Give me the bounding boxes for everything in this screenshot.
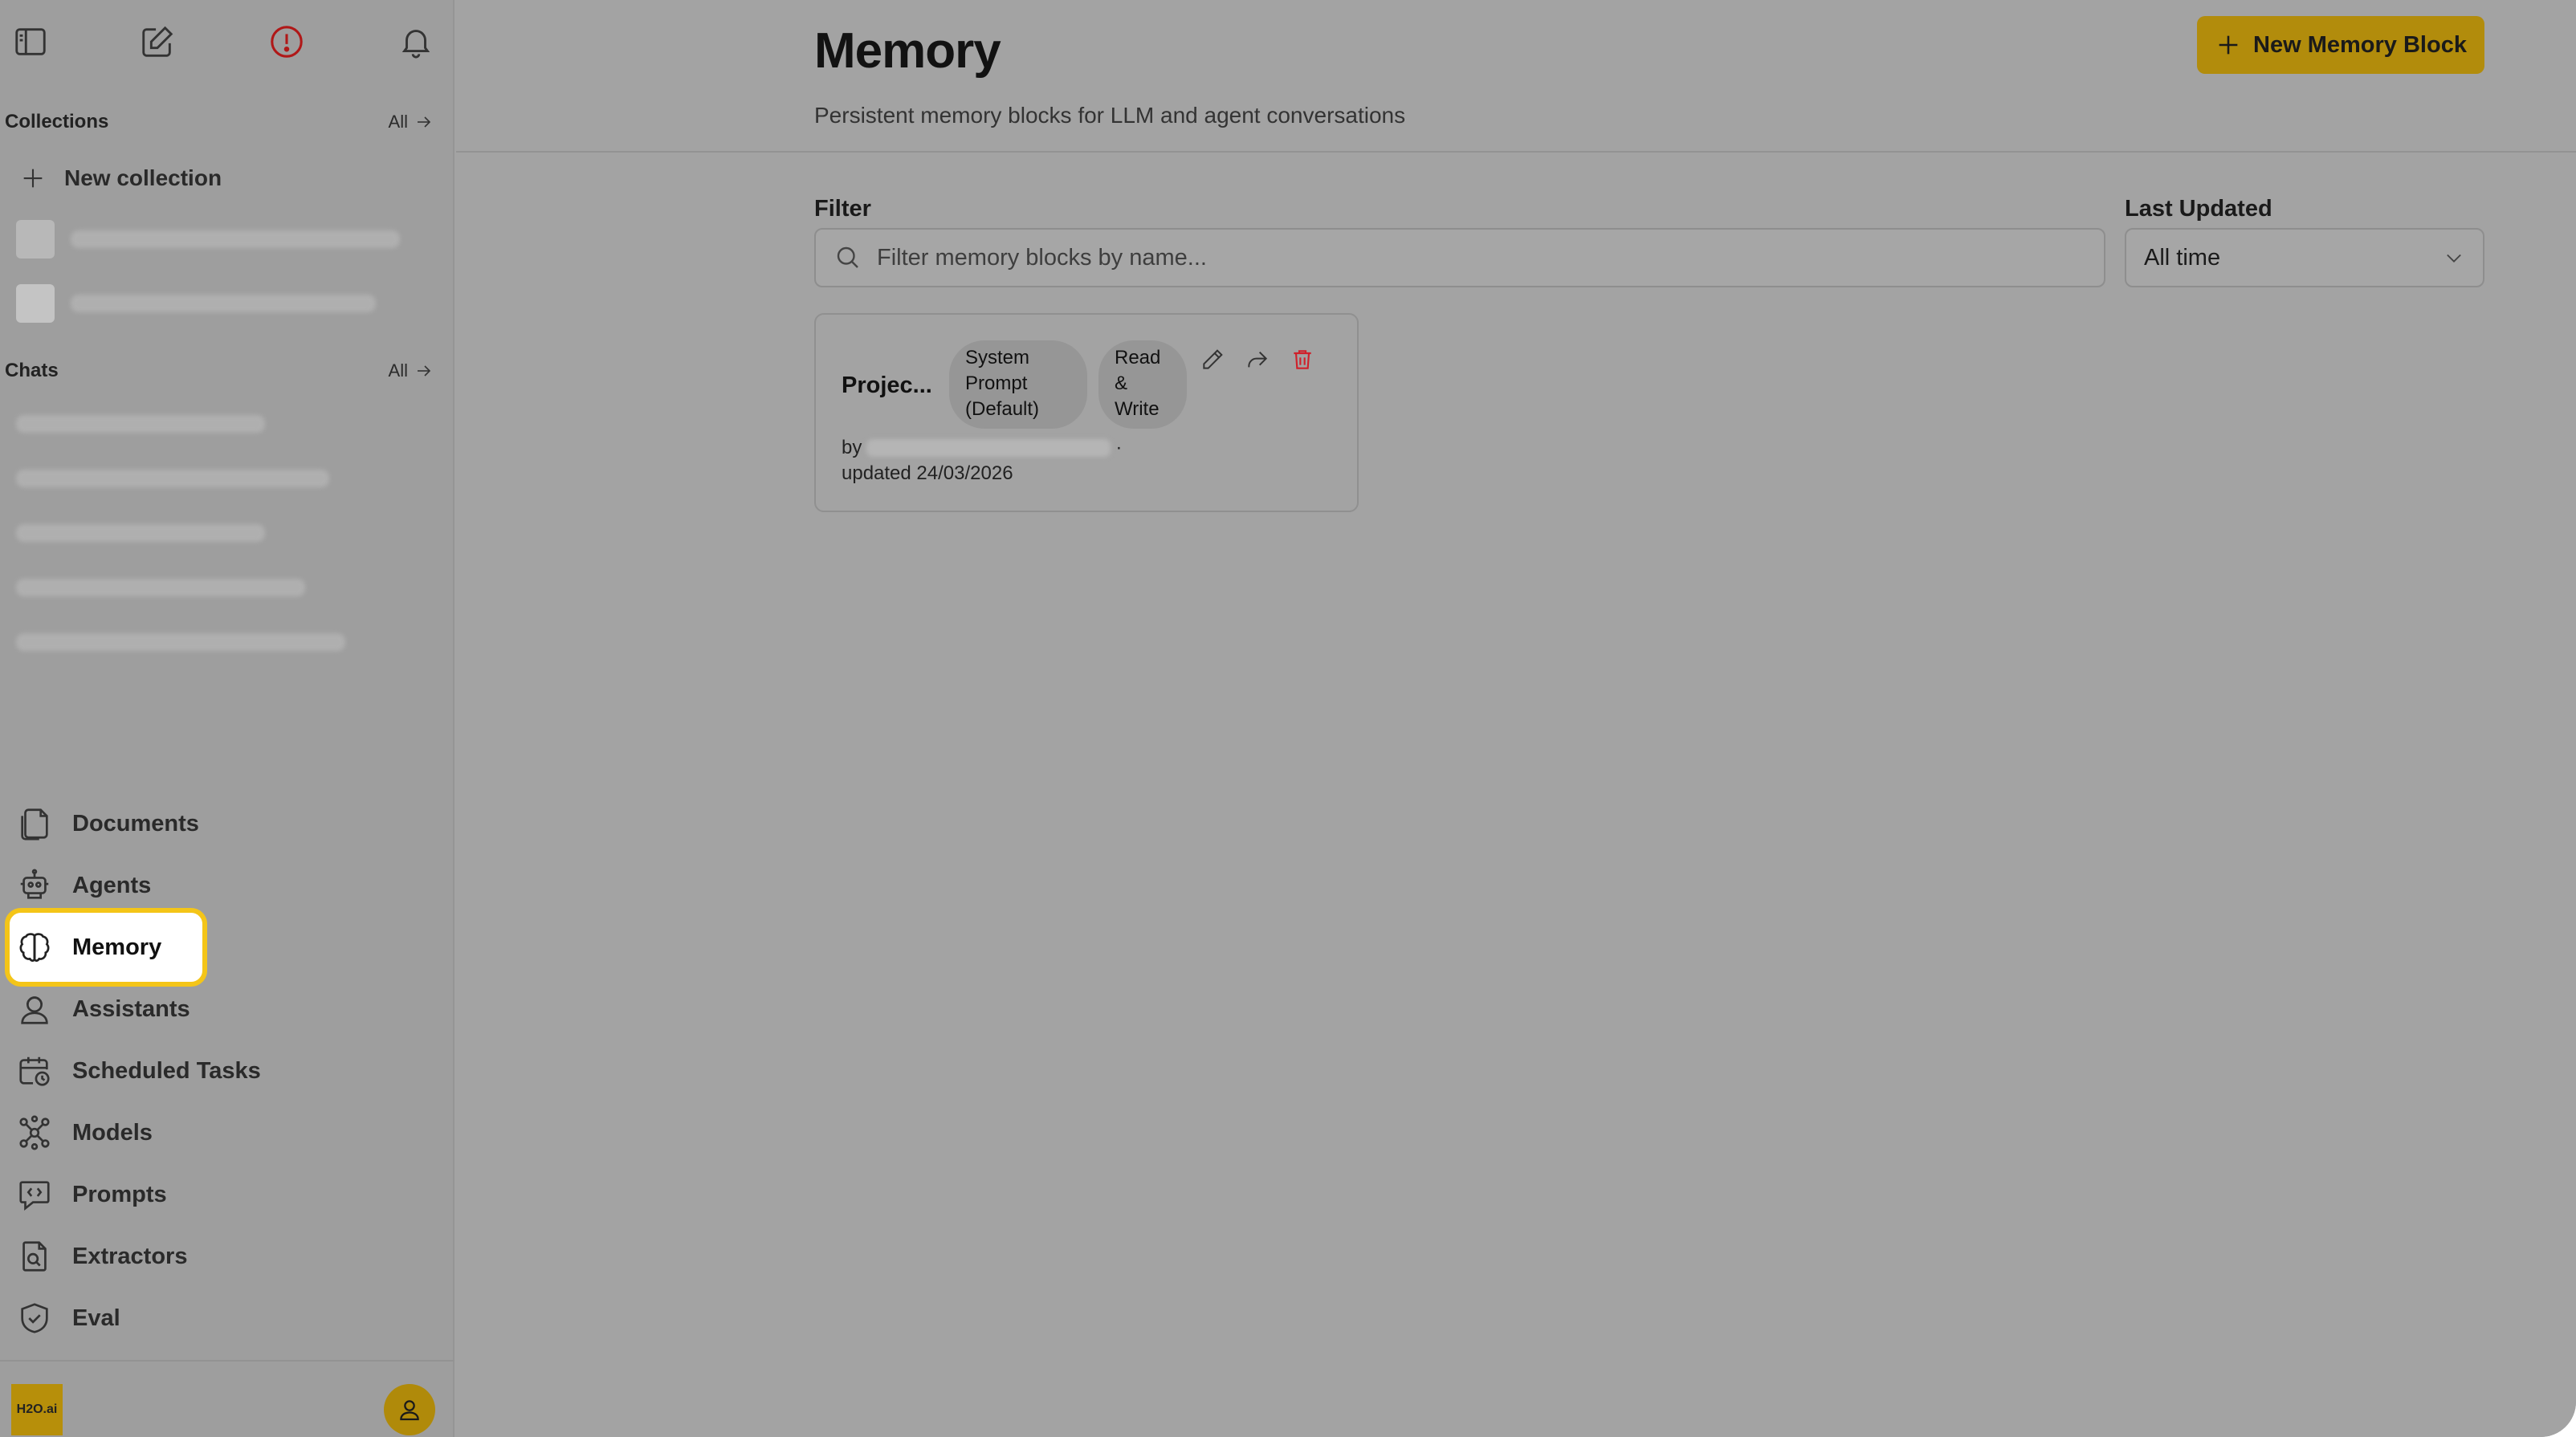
nav-label: Assistants <box>72 995 190 1022</box>
shield-check-icon <box>13 1297 56 1340</box>
chats-title: Chats <box>5 360 59 381</box>
new-memory-block-button[interactable]: New Memory Block <box>2197 16 2484 74</box>
pencil-icon <box>1203 349 1223 369</box>
nav-item-eval[interactable]: Eval <box>10 1288 202 1349</box>
collections-title: Collections <box>5 111 109 132</box>
assistant-icon <box>13 987 56 1031</box>
chat-item[interactable] <box>16 572 305 604</box>
author-prefix: by <box>842 437 862 458</box>
sidebar-footer: H2O.ai <box>0 1360 454 1437</box>
new-collection-button[interactable]: New collection <box>19 159 222 197</box>
chevron-down-icon <box>2447 254 2461 263</box>
plus-icon <box>23 169 43 188</box>
nav-item-scheduled-tasks[interactable]: Scheduled Tasks <box>10 1040 299 1101</box>
nav-item-memory[interactable]: Memory <box>5 908 207 987</box>
nav-label: Documents <box>72 810 199 837</box>
collection-thumbnail <box>16 284 55 323</box>
delete-button[interactable] <box>1286 344 1319 376</box>
chat-item[interactable] <box>16 462 329 495</box>
last-updated-label: Last Updated <box>2125 196 2272 222</box>
last-updated-value: All time <box>2144 244 2221 271</box>
arrow-right-icon <box>418 365 431 377</box>
trash-icon <box>1294 350 1311 369</box>
updated-date: updated 24/03/2026 <box>842 462 1013 484</box>
header-divider <box>456 151 2576 153</box>
nav-item-documents[interactable]: Documents <box>10 793 202 854</box>
share-button[interactable] <box>1241 344 1274 376</box>
alert-circle-icon[interactable] <box>259 14 314 69</box>
redacted-chat-title <box>16 633 345 651</box>
main-content: Memory Persistent memory blocks for LLM … <box>456 0 2576 1437</box>
meta-separator: · <box>1115 437 1123 458</box>
nav-label: Agents <box>72 872 152 898</box>
collection-thumbnail <box>16 220 55 258</box>
redacted-collection-name <box>71 230 400 248</box>
page-title: Memory <box>814 23 1001 79</box>
app-window: Collections All New collection Chats All <box>0 0 2576 1437</box>
prompt-icon <box>13 1173 56 1216</box>
redacted-chat-title <box>16 524 265 542</box>
last-updated-select[interactable]: All time <box>2125 228 2484 287</box>
filter-label: Filter <box>814 196 871 222</box>
collections-all-link[interactable]: All <box>389 112 434 132</box>
memory-type-badge: System Prompt (Default) <box>949 340 1087 429</box>
filter-field[interactable] <box>814 228 2105 287</box>
new-memory-block-label: New Memory Block <box>2253 31 2467 58</box>
memory-block-card[interactable]: Projec... System Prompt (Default) Read &… <box>814 313 1359 512</box>
h2o-logo[interactable]: H2O.ai <box>11 1384 63 1435</box>
redacted-collection-name <box>71 295 376 312</box>
new-collection-label: New collection <box>64 165 222 190</box>
collections-header: Collections All <box>5 106 434 138</box>
access-mode-badge: Read & Write <box>1098 340 1187 429</box>
page-subtitle: Persistent memory blocks for LLM and age… <box>814 103 1406 128</box>
nav-item-prompts[interactable]: Prompts <box>10 1164 202 1225</box>
nav-label: Models <box>72 1119 153 1146</box>
nav-label: Extractors <box>72 1243 188 1269</box>
models-icon <box>13 1111 56 1154</box>
nav-item-extractors[interactable]: Extractors <box>10 1226 202 1287</box>
redacted-chat-title <box>16 470 329 487</box>
documents-icon <box>13 802 56 845</box>
filter-input[interactable] <box>877 244 2081 271</box>
memory-block-meta: by · updated 24/03/2026 <box>842 435 1122 486</box>
nav-label: Memory <box>72 934 162 960</box>
user-avatar[interactable] <box>384 1384 435 1435</box>
plus-icon <box>2219 35 2238 55</box>
nav-label: Prompts <box>72 1181 167 1207</box>
chat-item[interactable] <box>16 408 265 440</box>
share-arrow-icon <box>1248 351 1268 368</box>
user-icon <box>400 1400 419 1421</box>
redacted-chat-title <box>16 415 265 433</box>
robot-icon <box>13 864 56 907</box>
arrow-right-icon <box>418 116 431 128</box>
memory-block-name[interactable]: Projec... <box>842 372 932 399</box>
nav-label: Scheduled Tasks <box>72 1057 261 1084</box>
collection-item[interactable] <box>16 283 376 324</box>
sidebar-toggle-icon[interactable] <box>3 14 58 69</box>
chat-item[interactable] <box>16 626 345 658</box>
nav-item-assistants[interactable]: Assistants <box>10 979 202 1040</box>
nav-item-agents[interactable]: Agents <box>10 855 202 916</box>
collection-item[interactable] <box>16 218 400 260</box>
sidebar: Collections All New collection Chats All <box>0 0 454 1437</box>
chat-item[interactable] <box>16 517 265 549</box>
chats-all-label: All <box>388 360 408 381</box>
redacted-author <box>866 439 1111 457</box>
chats-header: Chats All <box>5 355 434 387</box>
nav-label: Eval <box>72 1305 120 1331</box>
chats-all-link[interactable]: All <box>389 360 434 381</box>
search-icon <box>837 246 858 268</box>
bell-icon[interactable] <box>389 14 443 69</box>
compose-icon[interactable] <box>130 14 185 69</box>
redacted-chat-title <box>16 579 305 596</box>
calendar-clock-icon <box>13 1049 56 1093</box>
sidebar-top-toolbar <box>0 14 454 69</box>
collections-all-label: All <box>388 112 408 132</box>
brain-icon <box>13 926 56 969</box>
extractor-icon <box>13 1235 56 1278</box>
nav-item-models[interactable]: Models <box>10 1102 202 1163</box>
edit-button[interactable] <box>1196 344 1229 376</box>
